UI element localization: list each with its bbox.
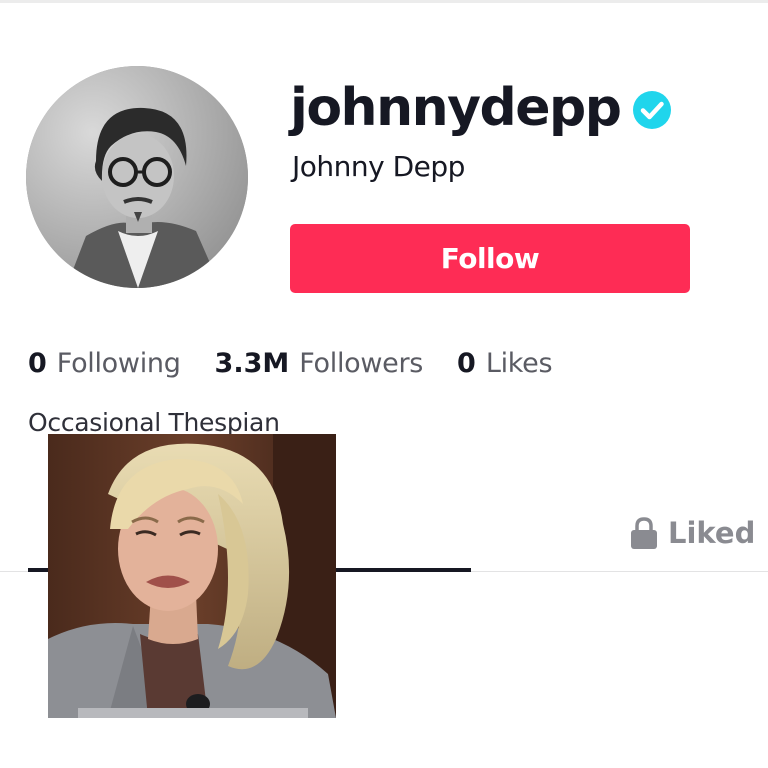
follow-button[interactable]: Follow: [290, 224, 690, 293]
profile-avatar[interactable]: [26, 66, 248, 288]
username-row: johnnydepp: [290, 76, 672, 140]
profile-stats: 0 Following 3.3M Followers 0 Likes: [28, 343, 586, 383]
tab-liked-label: Liked: [668, 516, 756, 550]
username: johnnydepp: [290, 78, 622, 138]
top-divider: [0, 0, 768, 3]
display-name: Johnny Depp: [292, 150, 465, 183]
stat-label: Likes: [485, 347, 553, 379]
reaction-photo: [48, 434, 336, 718]
bio-text: Occasional Thespian: [28, 408, 280, 437]
stat-value: 0: [457, 347, 476, 379]
stat-value: 0: [28, 347, 47, 379]
tab-liked[interactable]: Liked: [630, 512, 755, 554]
stat-likes[interactable]: 0 Likes: [457, 347, 553, 379]
stat-followers[interactable]: 3.3M Followers: [214, 347, 424, 379]
stat-label: Followers: [299, 347, 424, 379]
stat-value: 3.3M: [214, 347, 290, 379]
stat-following[interactable]: 0 Following: [28, 348, 181, 379]
avatar-photo: [26, 66, 248, 288]
stat-label: Following: [56, 347, 181, 379]
lock-icon: [631, 517, 657, 549]
overlaid-reaction-photo: [48, 434, 336, 718]
verified-badge-icon: [633, 91, 672, 129]
